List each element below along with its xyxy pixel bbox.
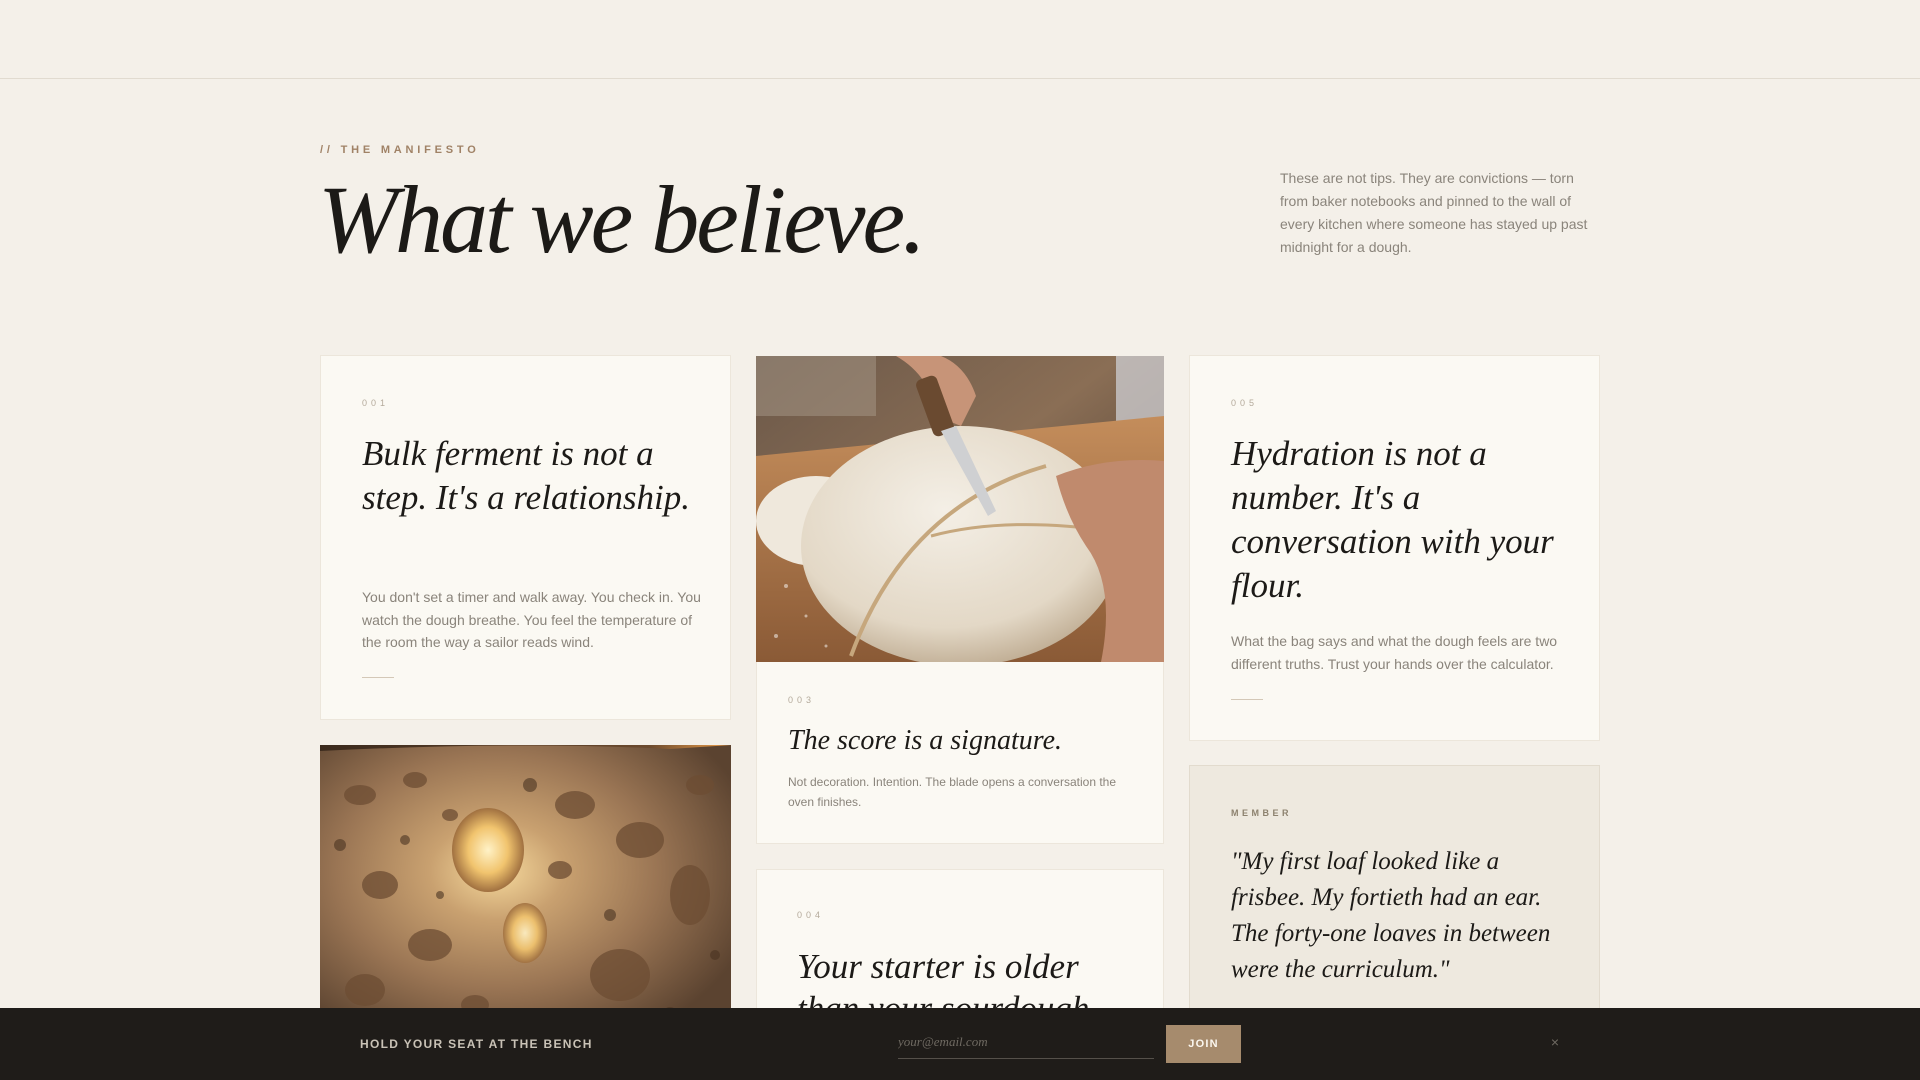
close-icon[interactable]: × — [1547, 1034, 1563, 1050]
testimonial-quote: "My first loaf looked like a frisbee. My… — [1231, 848, 1551, 983]
card-title: The score is a signature. — [788, 725, 1063, 756]
manifesto-card-005: 005 Hydration is not a number. It's a co… — [1189, 355, 1600, 741]
card-title: Bulk ferment is not a step. It's a relat… — [362, 434, 690, 517]
card-divider — [1231, 699, 1263, 700]
card-title: Hydration is not a number. It's a conver… — [1231, 434, 1554, 605]
page-title: What we believe. — [318, 166, 926, 273]
card-body: Not decoration. Intention. The blade ope… — [788, 775, 1117, 809]
card-number: 004 — [797, 910, 825, 920]
email-input[interactable] — [898, 1026, 1154, 1059]
section-eyebrow: // THE MANIFESTO — [320, 144, 480, 156]
card-number: 005 — [1231, 398, 1259, 408]
member-label: MEMBER — [1231, 808, 1292, 818]
card-body: You don't set a timer and walk away. You… — [362, 589, 701, 650]
intro-text: These are not tips. They are convictions… — [1280, 170, 1588, 255]
signup-bar: HOLD YOUR SEAT AT THE BENCH JOIN × — [0, 1008, 1920, 1080]
scoring-photo — [756, 356, 1164, 662]
top-nav-bar — [0, 0, 1920, 79]
card-divider — [362, 677, 394, 678]
join-button[interactable]: JOIN — [1166, 1025, 1241, 1063]
crumb-photo — [320, 745, 731, 1045]
card-body: What the bag says and what the dough fee… — [1231, 633, 1558, 672]
manifesto-card-003: 003 The score is a signature. Not decora… — [756, 662, 1164, 844]
card-number: 003 — [788, 695, 816, 705]
card-number: 001 — [362, 398, 390, 408]
signup-label: HOLD YOUR SEAT AT THE BENCH — [360, 1037, 593, 1051]
manifesto-card-001: 001 Bulk ferment is not a step. It's a r… — [320, 355, 731, 720]
